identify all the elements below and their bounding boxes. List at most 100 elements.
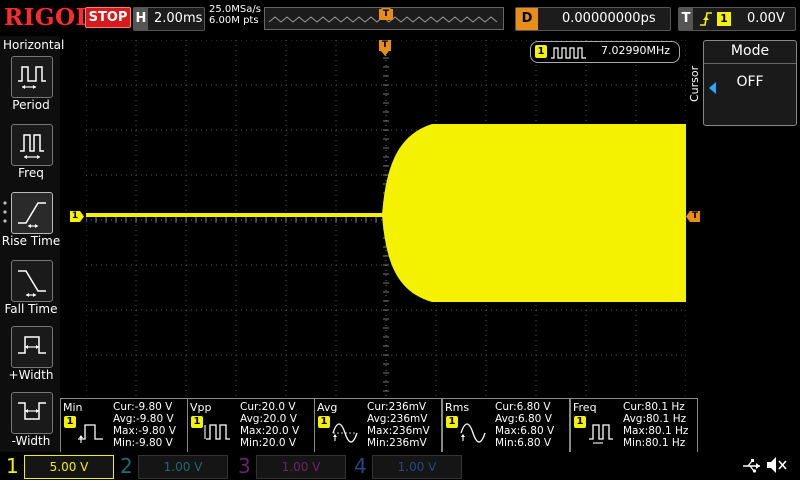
cursor-mode-title: Mode — [730, 43, 770, 59]
frequency-counter: 1 7.02990MHz — [530, 41, 680, 63]
timebase-value: 2.00ms — [154, 11, 203, 26]
freq-label: Freq — [18, 166, 44, 180]
channel2-number[interactable]: 2 — [120, 454, 133, 478]
measurement-name: Rms — [445, 401, 470, 414]
measurement-maximum: Max:-9.80 V — [113, 425, 176, 437]
channel4-scale[interactable]: 1.00 V — [372, 455, 462, 479]
trigger-position-label: T — [381, 40, 389, 50]
trigger-level-marker[interactable]: T — [686, 211, 700, 222]
rise-time-button[interactable] — [11, 192, 53, 234]
measurement-current: Cur:20.0 V — [240, 401, 296, 413]
measurement-avg[interactable]: Avg 1 Cur:236mV Avg:236mV Max:236mV Min:236mV — [314, 398, 442, 453]
period-label: Period — [12, 98, 50, 112]
trigger-display[interactable]: T 1 0.00V — [678, 7, 796, 31]
timebase-display[interactable]: H 2.00ms — [133, 7, 205, 31]
measurement-name: Vpp — [190, 401, 212, 414]
measurement-name: Avg — [317, 401, 338, 414]
measurement-values: Cur:20.0 V Avg:20.0 V Max:20.0 V Min:20.0 V — [240, 401, 299, 449]
avg-icon — [331, 419, 359, 451]
measurement-rms[interactable]: Rms 1 Cur:6.80 V Avg:6.80 V Max:6.80 V Min:6.… — [442, 398, 570, 453]
trigger-position-marker[interactable]: T — [379, 40, 391, 56]
measurement-current: Cur:-9.80 V — [113, 401, 173, 413]
measurement-name: Min — [63, 401, 83, 414]
measurement-maximum: Max:20.0 V — [240, 425, 300, 437]
measurement-values: Cur:236mV Avg:236mV Max:236mV Min:236mV — [367, 401, 430, 449]
vpp-icon — [204, 419, 232, 451]
measurement-channel-badge: 1 — [574, 416, 586, 428]
measurement-maximum: Max:236mV — [367, 425, 430, 437]
cursor-mode-button[interactable]: Mode OFF — [703, 40, 797, 126]
sample-rate: 25.0MSa/s — [209, 4, 261, 15]
usb-icon — [742, 458, 762, 477]
trigger-level-value: 0.00V — [747, 11, 785, 26]
waveform-display[interactable] — [86, 40, 686, 400]
cursor-side-label: Cursor — [688, 46, 702, 120]
channel1-marker-label: 1 — [71, 211, 79, 221]
measurement-average: Avg:-9.80 V — [113, 413, 174, 425]
measurement-current: Cur:80.1 Hz — [623, 401, 685, 413]
brand-logo: RIGOL — [4, 4, 93, 31]
delay-tag: D — [516, 8, 538, 30]
negative-width-button[interactable] — [11, 392, 53, 434]
memory-overview-strip[interactable]: T — [264, 7, 504, 30]
waveform-grid — [86, 40, 686, 400]
period-button[interactable] — [11, 56, 53, 98]
sampling-info: 25.0MSa/s 6.00M pts — [209, 4, 261, 26]
trace-burst-envelope — [382, 124, 686, 302]
positive-width-button[interactable] — [11, 326, 53, 368]
freq-icon — [587, 419, 615, 451]
cursor-side-text: Cursor — [688, 65, 701, 102]
mode-divider — [704, 63, 796, 64]
memory-depth: 6.00M pts — [209, 15, 259, 26]
trigger-source-badge: 1 — [717, 12, 731, 26]
negative-width-label: -Width — [11, 434, 51, 448]
counter-value: 7.02990MHz — [601, 44, 671, 57]
channel1-offset-marker[interactable]: 1 — [70, 211, 84, 222]
delay-display[interactable]: D 0.00000000ps — [515, 7, 671, 31]
measurement-values: Cur:80.1 Hz Avg:80.1 Hz Max:80.1 Hz Min:80.… — [623, 401, 688, 449]
measurement-current: Cur:236mV — [367, 401, 427, 413]
counter-channel-badge: 1 — [535, 45, 547, 58]
channel1-number[interactable]: 1 — [6, 454, 19, 478]
measurement-minimum: Min:236mV — [367, 437, 427, 449]
fall-time-label: Fall Time — [4, 302, 58, 316]
measurement-average: Avg:80.1 Hz — [623, 413, 687, 425]
rms-icon — [459, 419, 487, 451]
measurement-current: Cur:6.80 V — [495, 401, 551, 413]
measurement-channel-badge: 1 — [191, 416, 203, 428]
measurement-name: Freq — [573, 401, 597, 414]
measurement-minimum: Min:6.80 V — [495, 437, 552, 449]
measurement-vpp[interactable]: Vpp 1 Cur:20.0 V Avg:20.0 V Max:20.0 V Min:20… — [187, 398, 315, 453]
measurement-average: Avg:6.80 V — [495, 413, 552, 425]
speaker-icon[interactable] — [766, 456, 788, 478]
measurement-maximum: Max:6.80 V — [495, 425, 555, 437]
horizontal-tag: H — [134, 8, 148, 30]
min-icon — [77, 419, 105, 451]
channel3-number[interactable]: 3 — [238, 454, 251, 478]
measurement-minimum: Min:-9.80 V — [113, 437, 173, 449]
channel2-scale[interactable]: 1.00 V — [138, 455, 228, 479]
measurement-channel-badge: 1 — [446, 416, 458, 428]
channel1-scale[interactable]: 5.00 V — [24, 455, 114, 479]
trigger-marker-label: T — [691, 211, 699, 221]
positive-width-label: +Width — [8, 368, 54, 382]
measurement-min[interactable]: Min 1 Cur:-9.80 V Avg:-9.80 V Max:-9.80 V Min… — [60, 398, 188, 453]
menu-title: Horizontal — [3, 38, 65, 52]
measurement-freq[interactable]: Freq 1 Cur:80.1 Hz Avg:80.1 Hz Max:80.1 Hz Mi… — [570, 398, 698, 453]
cursor-mode-value: OFF — [736, 74, 764, 90]
measurement-values: Cur:6.80 V Avg:6.80 V Max:6.80 V Min:6.80 V — [495, 401, 554, 449]
fall-time-button[interactable] — [11, 260, 53, 302]
measurement-minimum: Min:20.0 V — [240, 437, 297, 449]
rise-time-label: Rise Time — [1, 234, 61, 248]
measurement-channel-badge: 1 — [64, 416, 76, 428]
measurement-maximum: Max:80.1 Hz — [623, 425, 689, 437]
pulse-train-icon — [551, 45, 591, 64]
freq-button[interactable] — [11, 124, 53, 166]
run-stop-indicator[interactable]: STOP — [85, 7, 131, 28]
channel4-number[interactable]: 4 — [354, 454, 367, 478]
measurement-average: Avg:236mV — [367, 413, 428, 425]
channel3-scale[interactable]: 1.00 V — [256, 455, 346, 479]
measurement-minimum: Min:80.1 Hz — [623, 437, 686, 449]
trigger-tag: T — [679, 8, 693, 30]
memory-trigger-marker: T — [379, 9, 393, 20]
